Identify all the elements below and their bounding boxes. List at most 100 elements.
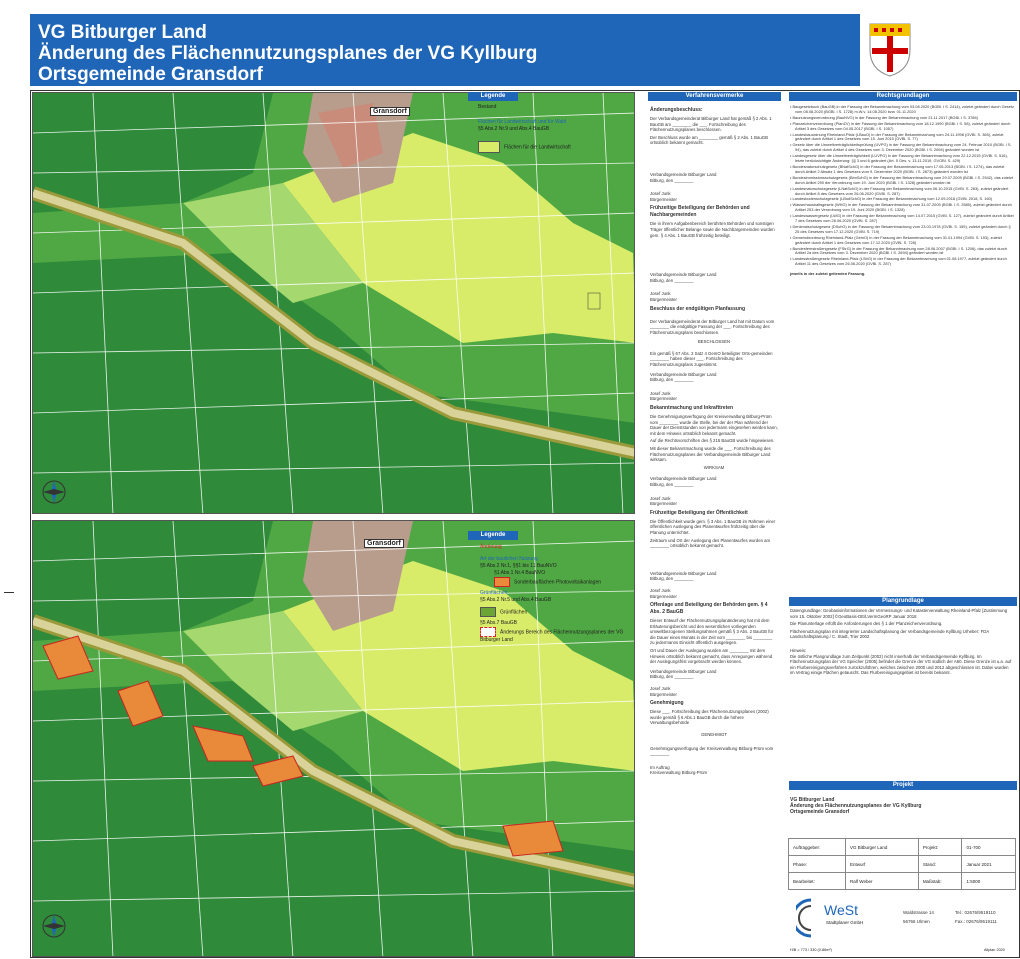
legend-aenderungsbereich-row: Änderungs Bereich des Flächennutzungspla… — [480, 627, 635, 644]
place-label: Gransdorf — [370, 107, 410, 116]
verfahren-s1-text2: Der Beschluss wurde am ________ gemäß § … — [650, 134, 768, 146]
legend-flaechen: Flächen für Landwirtschaft und für Wald — [478, 119, 567, 125]
sig-role-1: Bürgermeister — [650, 196, 677, 202]
company-fax: Fax.: 02676/9519111 — [955, 919, 997, 924]
legend-aenderungsbereich: Änderungs Bereich des Flächennutzungspla… — [480, 629, 624, 643]
legend-paragraph: §5 Abs.2 Nr.9 und Abs.4 BauGB — [478, 126, 550, 132]
north-arrow-icon — [42, 480, 66, 504]
place-label-bottom: Gransdorf — [364, 539, 404, 548]
legend-header-bottom: Legende — [468, 531, 518, 540]
phase-label: Phase: — [787, 855, 847, 873]
stamp-wirksam: WIRKSAM — [703, 464, 725, 470]
title-line-2: Änderung des Flächennutzungsplanes der V… — [38, 43, 538, 64]
company-tel: Tel.: 02676/9519110 — [955, 910, 996, 915]
projekt-header: Projekt — [789, 781, 1017, 790]
sig-date-2: Bitburg, den ________ — [650, 277, 694, 283]
plangrundlage-column: Datengrundlage: Geobasisinformationen de… — [790, 608, 1014, 676]
bearbeitet-label: Bearbeitet: — [787, 872, 847, 890]
rechts-list: • Baugesetzbuch (BauGB) in der Fassung d… — [790, 104, 1014, 277]
rechts-item: • Wasserhaushaltsgesetz (WHG) in der Fas… — [790, 202, 1012, 213]
footer-left: H/B = 773 / 330 (0.86m²) — [790, 948, 832, 952]
verfahren-s6-text: Dieser Entwurf der Flächennutzungsplanän… — [650, 618, 774, 646]
legend-bottom: Änderung Art der baulichen Nutzung §5 Ab… — [480, 544, 635, 644]
title-line-3: Ortsgemeinde Gransdorf — [38, 64, 263, 85]
verfahren-s1-text: Der Verbandsgemeinderat Bitburger Land h… — [650, 116, 772, 133]
sig-role-5: Bürgermeister — [650, 593, 677, 599]
sig-role-3: Bürgermeister — [650, 396, 677, 402]
hinweis-text: Die östliche Plangrundlage zum Zeitpunkt… — [790, 653, 1012, 676]
footer-right: Allplan 2020 — [984, 948, 1005, 952]
verfahren-s2-text: Die in ihrem Aufgabenbereich berührten B… — [650, 221, 775, 238]
verfahren-s5-text2: Zeitraum und Ort der Auslegung des Plane… — [650, 537, 771, 549]
rechts-item: • Bundesnaturschutzgesetz (BNatSchG) in … — [790, 163, 1005, 174]
massstab-value: 1:5000 — [961, 872, 1016, 890]
rechts-item: • Landesbauordnung Rheinland-Pfalz (LBau… — [790, 131, 1004, 142]
verfahren-s4-text3: Mit dieser Bekanntmachung wurde die ___.… — [650, 446, 771, 463]
legend-gruenflaechen: Grünflächen — [500, 609, 528, 616]
verfahren-s1-title: Änderungsbeschluss: — [650, 107, 703, 113]
projekt-label: Projekt: — [917, 838, 963, 856]
legend-top: Bestand Flächen für Landwirtschaft und f… — [478, 104, 633, 153]
company-name: WeSt — [824, 902, 858, 918]
rechts-item: • Baugesetzbuch (BauGB) in der Fassung d… — [790, 104, 1014, 114]
stamp-beschlossen: BESCHLOSSEN — [697, 339, 731, 345]
sig-role-6: Bürgermeister — [650, 691, 677, 697]
legend-gruenflaechen-row: Grünflächen — [480, 607, 635, 617]
stand-value: Januar 2021 — [961, 855, 1016, 873]
verfahren-s5-title: Frühzeitige Beteiligung der Öffentlichke… — [650, 509, 748, 516]
stand-label: Stand: — [917, 855, 963, 873]
auftraggeber-value: VG Bitburger Land — [845, 838, 919, 856]
rechts-item: • Landesstraßengesetz Rheinland-Pfalz (L… — [790, 256, 1007, 267]
coat-of-arms-icon — [869, 23, 911, 77]
plangrundlage-text1: Datengrundlage: Geobasisinformationen de… — [790, 608, 1008, 619]
verfahren-s6-title: Offenlage und Beteiligung der Behörden g… — [650, 602, 768, 616]
rechts-item: • Denkmalschutzgesetz (DSchG) in der Fas… — [790, 223, 1011, 234]
sig-date-4: Bitburg, den ________ — [650, 481, 694, 487]
verfahren-column: Änderungsbeschluss: Der Verbandsgemeinde… — [650, 104, 778, 776]
company-address: Waldstrasse 14 56766 Ulmen — [903, 908, 953, 926]
verfahren-s7-text: Diese ___. Fortschreibung des Flächennut… — [650, 709, 769, 726]
kreisverwaltung: Kreisverwaltung Bitburg-Prüm — [650, 770, 708, 776]
rechts-item: • Gesetz über die Umweltverträglichkeits… — [790, 142, 1012, 153]
verfahren-s4-title: Bekanntmachung und Inkrafttreten — [650, 405, 734, 412]
west-logo-icon — [796, 898, 812, 938]
legend-para1: §5 Abs.2 Nr.1, §§1 bis 11 BauNVO — [480, 563, 557, 569]
rechts-item: • Gemeindeordnung Rheinland-Pfalz (GemO)… — [790, 234, 1002, 245]
title-line-1: VG Bitburger Land — [38, 22, 207, 43]
plangrundlage-text3: Flächennutzungsplan mit integrierter Lan… — [790, 628, 989, 640]
massstab-label: Maßstab: — [917, 872, 963, 890]
rechts-item: • Bundesimmissionsschutzgesetz (BImSchG)… — [790, 174, 1014, 185]
verfahren-header: Verfahrensvermerke — [648, 92, 781, 101]
rechts-item: • Landesgesetz über die Umweltverträglic… — [790, 153, 1008, 164]
projekt-table: Auftraggeber: VG Bitburger Land Projekt:… — [787, 838, 1016, 890]
projekt-title-block: VG Bitburger Land Änderung des Flächennu… — [790, 797, 1014, 815]
rechts-header: Rechtsgrundlagen — [789, 92, 1017, 101]
legend-bestand: Bestand — [478, 104, 497, 110]
auftraggeber-label: Auftraggeber: — [787, 838, 847, 856]
stamp-genehmigt: GENEHMIGT — [700, 732, 728, 737]
sig-date-3: Bitburg, den ________ — [650, 377, 694, 383]
edge-mark — [4, 592, 14, 593]
north-arrow-bottom-icon — [42, 914, 66, 938]
legend-para2: §5 Abs.2 Nr.5 und Abs.4 BauGB — [480, 597, 552, 603]
rechts-item: • Planzeichenverordnung (PlanZV) in der … — [790, 120, 1011, 131]
rechts-footer: jeweils in der zuletzt geltenden Fassung… — [790, 271, 866, 277]
company-city: 56766 Ulmen — [903, 919, 930, 924]
plangrundlage-header: Plangrundlage — [789, 597, 1017, 606]
legend-aenderung: Änderung — [480, 544, 502, 550]
swatch-sonderbau — [494, 577, 510, 587]
bearbeitet-value: Ralf Weber — [845, 872, 919, 890]
verfahren-s6-text2: Ort und Dauer der Auslegung wurden am __… — [650, 648, 773, 665]
rechts-item: • Landesnaturschutzgesetz (LNatSchG) in … — [790, 185, 1009, 196]
verfahren-s7-title: Genehmigung — [650, 700, 684, 707]
legend-para1b: §1 Abs.1 Nr.4 BauNVO — [494, 570, 546, 576]
company-street: Waldstrasse 14 — [903, 910, 934, 915]
phase-value: Entwurf — [845, 855, 919, 873]
map-top[interactable]: Gransdorf — [32, 92, 635, 514]
verfahren-s7-text2: Genehmigungsverfügung der Kreisverwaltun… — [650, 745, 774, 757]
legend-art: Art der baulichen Nutzung — [480, 556, 538, 562]
legend-sonderbau: Sonderbauflächen Photovoltaikanlagen — [514, 579, 602, 586]
sig-date-5: Bitburg, den ________ — [650, 576, 694, 582]
rechts-item: • Landeswassergesetz (LWG) in der Fassun… — [790, 213, 1014, 224]
title-bar: VG Bitburger Land Änderung des Flächennu… — [30, 14, 860, 86]
